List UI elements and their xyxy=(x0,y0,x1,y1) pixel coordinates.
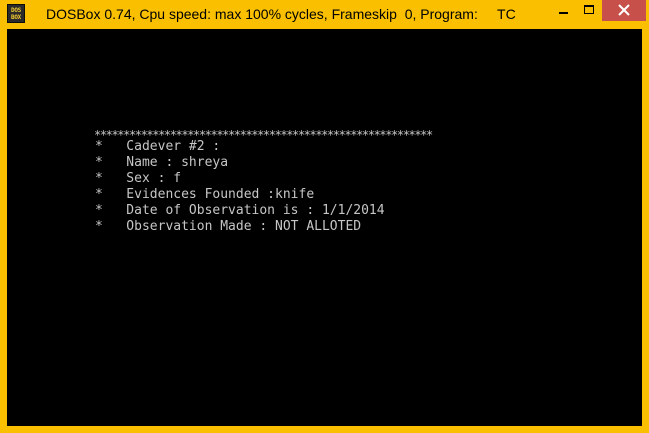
minimize-button[interactable] xyxy=(551,0,576,21)
minimize-icon xyxy=(559,12,568,14)
maximize-button[interactable] xyxy=(576,0,602,21)
close-button[interactable] xyxy=(602,0,646,21)
dosbox-window: DOS BOX DOSBox 0.74, Cpu speed: max 100%… xyxy=(0,0,649,433)
dosbox-icon[interactable]: DOS BOX xyxy=(7,4,25,23)
dos-screen[interactable]: ****************************************… xyxy=(7,29,642,426)
cadaver-number-line: * Cadever #2 : xyxy=(95,139,221,154)
evidences-line: * Evidences Founded :knife xyxy=(95,187,315,202)
name-line: * Name : shreya xyxy=(95,155,229,170)
window-title: DOSBox 0.74, Cpu speed: max 100% cycles,… xyxy=(46,6,516,22)
maximize-icon xyxy=(584,5,594,14)
close-icon xyxy=(618,4,630,16)
observation-date-line: * Date of Observation is : 1/1/2014 xyxy=(95,203,385,218)
title-bar[interactable]: DOS BOX DOSBox 0.74, Cpu speed: max 100%… xyxy=(0,0,649,29)
observation-made-line: * Observation Made : NOT ALLOTED xyxy=(95,219,362,234)
sex-line: * Sex : f xyxy=(95,171,182,186)
